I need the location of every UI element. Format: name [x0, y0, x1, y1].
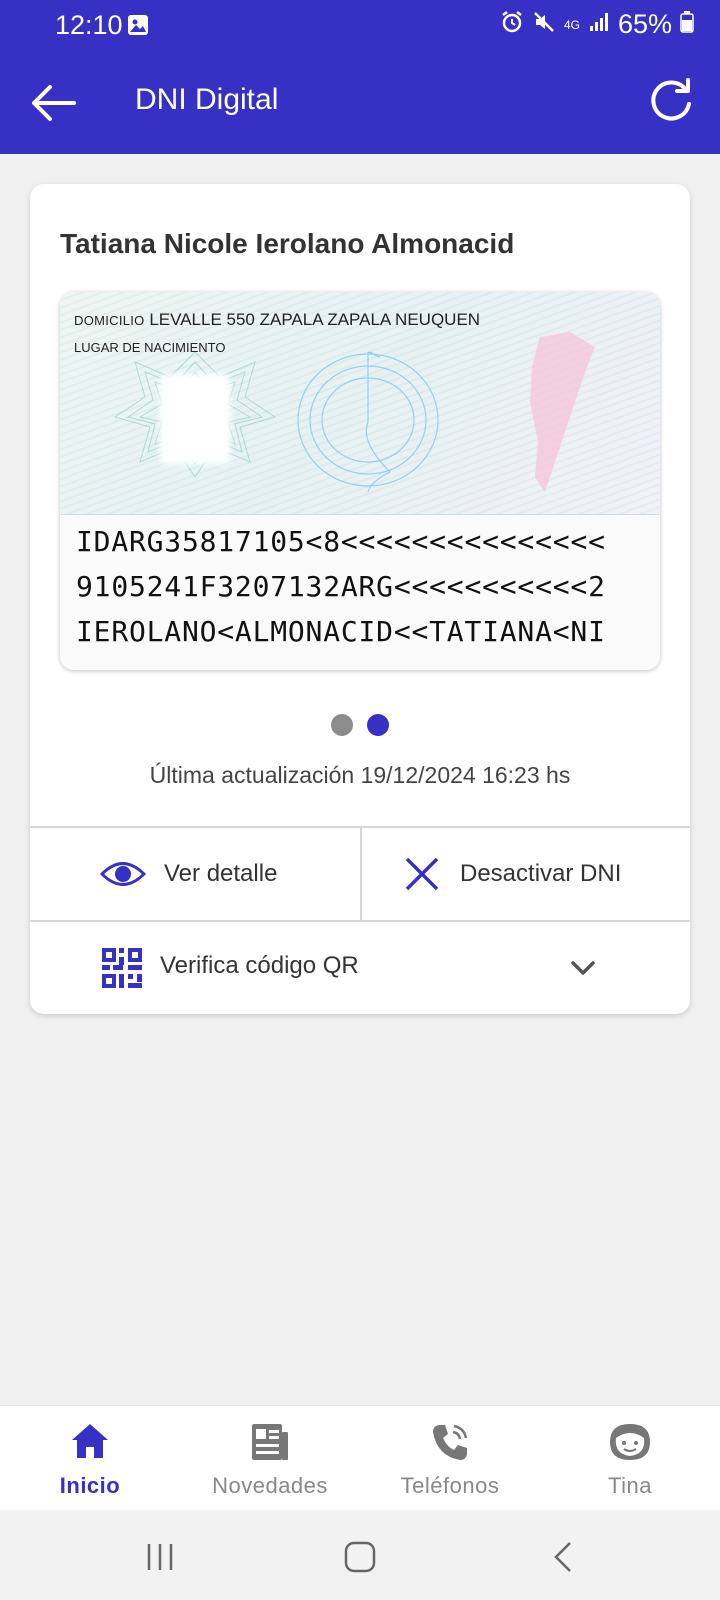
verify-qr-row[interactable]: Verifica código QR [30, 922, 690, 1014]
arrow-left-icon [32, 85, 76, 121]
home-icon [72, 1424, 108, 1458]
mute-icon [532, 10, 556, 39]
dni-card: Tatiana Nicole Ierolano Almonacid DOMICI… [30, 184, 690, 1014]
recent-apps-icon[interactable] [145, 1542, 175, 1572]
status-indicators: 4G 65% [500, 9, 694, 40]
view-detail-button[interactable]: Ver detalle [100, 828, 277, 920]
mrz-line-3: IEROLANO<ALMONACID<<TATIANA<NI [76, 615, 606, 648]
nav-label-inicio: Inicio [59, 1473, 121, 1498]
domicilio-line: DOMICILIO LEVALLE 550 ZAPALA ZAPALA NEUQ… [74, 310, 480, 330]
system-back-icon[interactable] [552, 1541, 576, 1573]
deactivate-dni-label: Desactivar DNI [460, 860, 622, 887]
network-type-icon: 4G [563, 17, 580, 32]
signal-icon [588, 11, 610, 38]
bottom-navigation: Inicio Novedades Teléfonos Tina [0, 1405, 720, 1510]
nav-label-tina: Tina [608, 1473, 652, 1498]
app-toolbar: DNI Digital [0, 52, 720, 154]
nacimiento-label: LUGAR DE NACIMIENTO [74, 340, 226, 355]
photo-placeholder [160, 374, 230, 464]
page-title: DNI Digital [135, 83, 279, 116]
system-navigation-bar [0, 1510, 720, 1600]
close-icon [405, 857, 439, 891]
alarm-icon [500, 10, 524, 39]
eye-icon [100, 862, 146, 886]
carousel-pager [30, 714, 690, 736]
pager-dot-2[interactable] [367, 714, 389, 736]
news-icon [252, 1424, 288, 1460]
divider [360, 828, 362, 920]
deactivate-dni-button[interactable]: Desactivar DNI [404, 828, 621, 920]
gallery-notification-icon [127, 14, 149, 41]
refresh-icon [651, 78, 691, 121]
nav-item-tina[interactable]: Tina [540, 1406, 720, 1511]
domicilio-value: LEVALLE 550 ZAPALA ZAPALA NEUQUEN [149, 310, 481, 329]
nav-label-novedades: Novedades [212, 1473, 328, 1498]
verify-qr-label: Verifica código QR [160, 952, 359, 979]
home-button-icon[interactable] [344, 1541, 376, 1573]
mrz-line-1: IDARG35817105<8<<<<<<<<<<<<<<< [76, 525, 606, 558]
battery-percent: 65% [617, 9, 672, 39]
dni-security-background: DOMICILIO LEVALLE 550 ZAPALA ZAPALA NEUQ… [60, 292, 660, 514]
holder-name: Tatiana Nicole Ierolano Almonacid [60, 228, 515, 259]
nav-item-inicio[interactable]: Inicio [0, 1406, 180, 1511]
nav-label-telefonos: Teléfonos [400, 1473, 500, 1498]
mrz-zone: IDARG35817105<8<<<<<<<<<<<<<<< 9105241F3… [60, 514, 660, 670]
domicilio-label: DOMICILIO [74, 313, 145, 328]
nav-item-novedades[interactable]: Novedades [180, 1406, 360, 1511]
pager-dot-1[interactable] [331, 714, 353, 736]
qr-code-icon [102, 948, 142, 988]
dni-back-image[interactable]: DOMICILIO LEVALLE 550 ZAPALA ZAPALA NEUQ… [60, 292, 660, 670]
status-bar: 12:10 4G 65% [0, 0, 720, 52]
status-time: 12:10 [55, 10, 123, 40]
chevron-down-icon[interactable] [570, 960, 596, 976]
nav-item-telefonos[interactable]: Teléfonos [360, 1406, 540, 1511]
back-button[interactable] [28, 82, 78, 124]
phone-icon [433, 1424, 468, 1460]
refresh-button[interactable] [646, 76, 696, 126]
last-update-text: Última actualización 19/12/2024 16:23 hs [149, 762, 571, 788]
assistant-face-icon [610, 1424, 650, 1460]
mrz-line-2: 9105241F3207132ARG<<<<<<<<<<<2 [76, 570, 606, 603]
view-detail-label: Ver detalle [164, 860, 278, 887]
battery-icon [680, 11, 694, 38]
